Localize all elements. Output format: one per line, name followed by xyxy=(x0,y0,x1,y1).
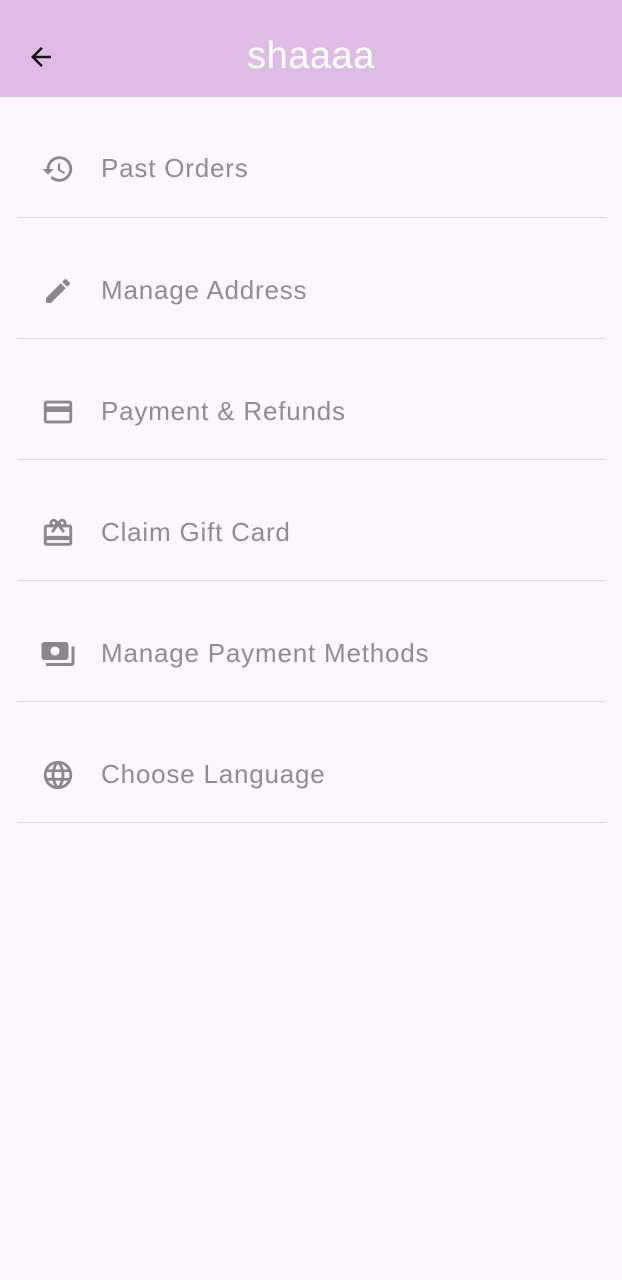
gift-card-icon xyxy=(40,515,76,551)
menu-item-label: Manage Address xyxy=(101,275,308,305)
menu-item-manage-address[interactable]: Manage Address xyxy=(17,218,606,339)
page-title: shaaaa xyxy=(247,35,375,77)
menu-item-label: Claim Gift Card xyxy=(101,517,291,547)
menu-item-label: Payment & Refunds xyxy=(101,396,346,426)
account-menu: Past Orders Manage Address Payment & Ref… xyxy=(17,97,606,823)
credit-card-icon xyxy=(40,394,76,430)
menu-item-past-orders[interactable]: Past Orders xyxy=(17,97,606,218)
globe-icon xyxy=(40,757,76,793)
menu-item-manage-payment-methods[interactable]: Manage Payment Methods xyxy=(17,581,606,702)
app-bar: shaaaa xyxy=(0,0,622,97)
history-icon xyxy=(40,151,76,187)
pencil-icon xyxy=(40,273,76,309)
menu-item-label: Choose Language xyxy=(101,759,326,789)
menu-item-choose-language[interactable]: Choose Language xyxy=(17,702,606,823)
payments-icon xyxy=(40,636,76,672)
app-screen: shaaaa Past Orders Manage Address Paymen… xyxy=(0,0,622,1280)
menu-item-label: Past Orders xyxy=(101,153,249,183)
menu-item-claim-gift-card[interactable]: Claim Gift Card xyxy=(17,460,606,581)
menu-item-label: Manage Payment Methods xyxy=(101,638,430,668)
menu-item-payment-refunds[interactable]: Payment & Refunds xyxy=(17,339,606,460)
